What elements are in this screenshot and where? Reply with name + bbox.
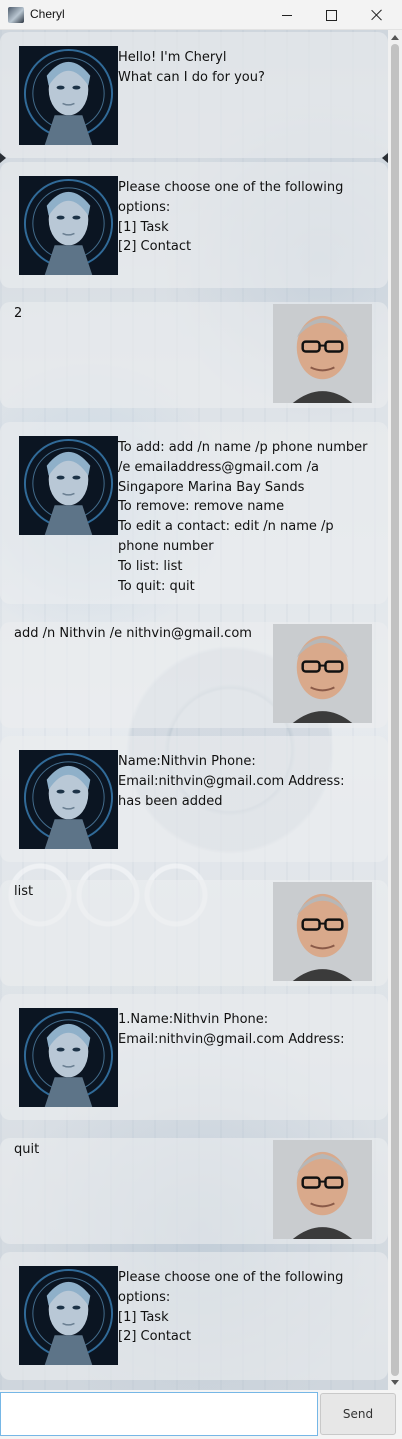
bot-message: Hello! I'm Cheryl What can I do for you? (0, 32, 388, 163)
bot-message-text: Name:Nithvin Phone: Email:nithvin@gmail.… (118, 754, 349, 809)
scroll-down-arrow-icon[interactable] (391, 1380, 399, 1385)
bubble-notch (0, 153, 6, 163)
user-message: list (0, 880, 388, 986)
chat-scroll-area[interactable]: Hello! I'm Cheryl What can I do for you?… (0, 30, 388, 1390)
user-message: 2 (0, 302, 388, 408)
user-photo-avatar (273, 1140, 372, 1239)
user-message-text: add /n Nithvin /e nithvin@gmail.com (14, 626, 252, 641)
chat-scrollbar[interactable] (388, 30, 402, 1390)
user-message: add /n Nithvin /e nithvin@gmail.com (0, 622, 388, 728)
user-photo-avatar (273, 304, 372, 403)
user-message: quit (0, 1138, 388, 1244)
scroll-up-arrow-icon[interactable] (391, 35, 399, 40)
cheryl-robot-avatar (19, 750, 118, 849)
bot-message: Please choose one of the following optio… (0, 1252, 388, 1380)
input-bar: Send (0, 1390, 402, 1439)
user-message-text: quit (14, 1142, 40, 1157)
app-icon (8, 7, 24, 23)
maximize-icon (325, 9, 337, 21)
bot-message: 1.Name:Nithvin Phone: Email:nithvin@gmai… (0, 994, 388, 1120)
cheryl-robot-avatar (19, 176, 118, 275)
user-photo-avatar (273, 882, 372, 981)
bot-message-text: Please choose one of the following optio… (118, 1270, 344, 1345)
cheryl-robot-avatar (19, 1008, 118, 1107)
minimize-button[interactable] (264, 0, 310, 30)
user-message-text: list (14, 884, 34, 899)
window-title: Cheryl (30, 7, 65, 21)
cheryl-robot-avatar (19, 46, 118, 145)
maximize-button[interactable] (308, 0, 354, 30)
user-message-text: 2 (14, 306, 23, 321)
bot-message-text: Please choose one of the following optio… (118, 180, 344, 255)
close-button[interactable] (354, 0, 400, 30)
bot-message-text: To add: add /n name /p phone number /e e… (118, 440, 368, 594)
bot-message-text: 1.Name:Nithvin Phone: Email:nithvin@gmai… (118, 1012, 345, 1047)
minimize-icon (282, 14, 292, 16)
bot-message: Please choose one of the following optio… (0, 162, 388, 288)
cheryl-robot-avatar (19, 436, 118, 535)
user-photo-avatar (273, 624, 372, 723)
send-button[interactable]: Send (320, 1393, 396, 1435)
message-input[interactable] (0, 1392, 318, 1436)
bot-message: To add: add /n name /p phone number /e e… (0, 422, 388, 604)
close-icon (371, 9, 383, 21)
bot-message: Name:Nithvin Phone: Email:nithvin@gmail.… (0, 736, 388, 862)
title-bar: Cheryl (0, 0, 402, 30)
bot-message-text: Hello! I'm Cheryl What can I do for you? (118, 50, 265, 85)
cheryl-robot-avatar (19, 1266, 118, 1365)
scroll-thumb[interactable] (391, 44, 399, 1376)
